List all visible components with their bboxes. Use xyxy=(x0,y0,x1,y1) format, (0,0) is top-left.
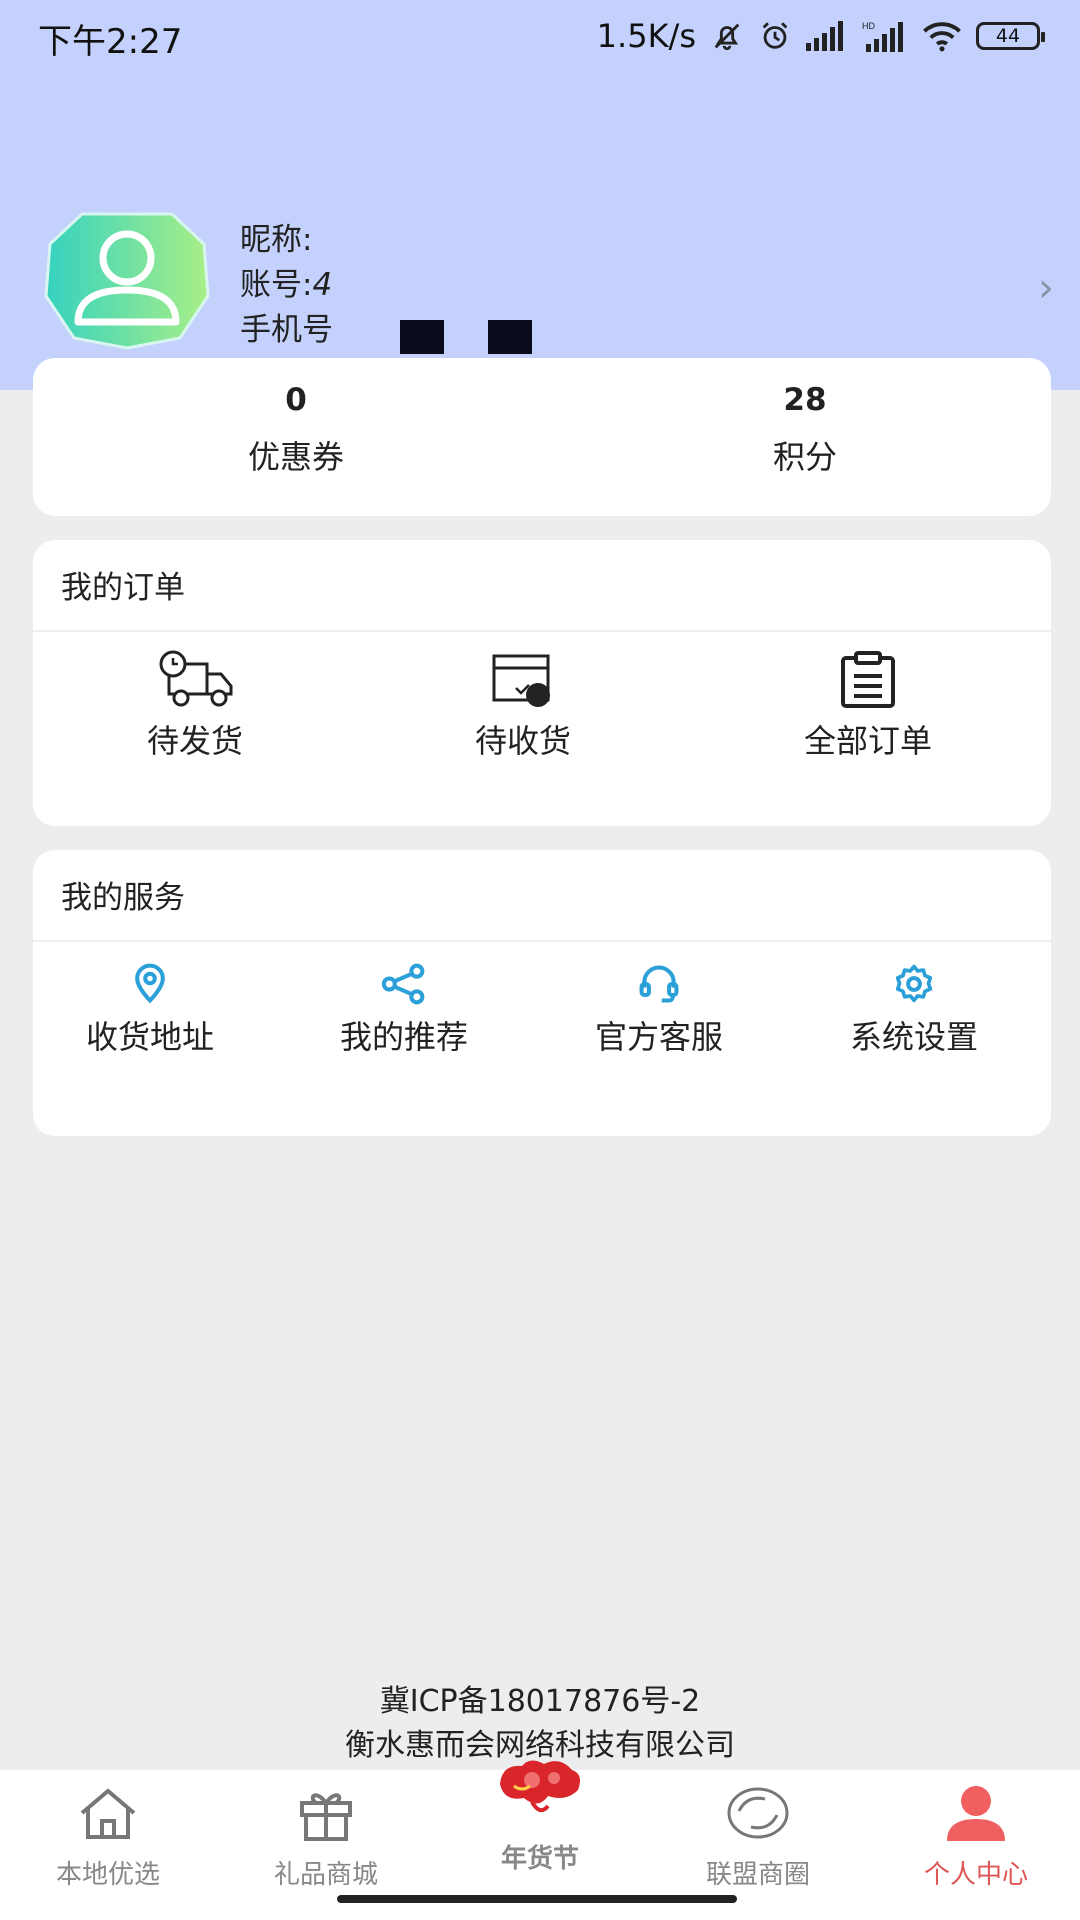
service-settings[interactable]: 系统设置 xyxy=(824,962,1004,1058)
tab-label: 本地优选 xyxy=(55,1860,160,1890)
mute-icon xyxy=(710,19,744,53)
delivery-truck-icon xyxy=(95,650,295,710)
alarm-icon xyxy=(758,19,792,53)
redaction-block xyxy=(488,320,532,354)
gear-icon xyxy=(824,962,1004,1006)
tab-label: 礼品商城 xyxy=(273,1860,378,1890)
tab-new-year-festival[interactable]: 年货节 xyxy=(440,1760,640,1875)
tab-label: 年货节 xyxy=(500,1844,579,1874)
network-speed: 1.5K/s xyxy=(596,17,696,55)
tab-alliance-circle[interactable]: 联盟商圈 xyxy=(658,1770,858,1891)
headset-icon xyxy=(569,962,749,1006)
account-value: 4 xyxy=(312,267,333,303)
status-time: 下午2:27 xyxy=(38,22,183,62)
divider xyxy=(33,940,1051,942)
chevron-right-icon[interactable]: › xyxy=(1038,265,1054,311)
festival-lantern-icon xyxy=(440,1756,640,1832)
wifi-icon xyxy=(922,20,962,52)
status-bar: 下午2:27 1.5K/s HD 44 xyxy=(0,0,1080,72)
gift-icon xyxy=(226,1778,426,1848)
tab-label: 个人中心 xyxy=(923,1860,1028,1890)
profile-info: 昵称: 账号:4 手机号 xyxy=(240,218,333,353)
nickname-label: 昵称: xyxy=(240,222,313,258)
home-indicator[interactable] xyxy=(337,1895,737,1903)
redaction-block xyxy=(400,320,444,354)
services-title: 我的服务 xyxy=(61,880,185,916)
share-icon xyxy=(314,962,494,1006)
service-referral[interactable]: 我的推荐 xyxy=(314,962,494,1058)
clipboard-icon xyxy=(768,650,968,710)
tab-personal-center[interactable]: 个人中心 xyxy=(876,1770,1076,1891)
points-label: 积分 xyxy=(772,438,837,476)
divider xyxy=(33,630,1051,632)
coupon-label: 优惠券 xyxy=(247,438,344,476)
service-address-label: 收货地址 xyxy=(85,1018,214,1056)
order-pending-receipt-label: 待收货 xyxy=(474,722,571,760)
stats-card: 0 优惠券 28 积分 xyxy=(33,358,1051,516)
receive-box-icon xyxy=(423,650,623,710)
tab-gift-mall[interactable]: 礼品商城 xyxy=(226,1770,426,1891)
person-icon xyxy=(876,1778,1076,1848)
order-pending-receipt[interactable]: 待收货 xyxy=(423,650,623,762)
home-icon xyxy=(8,1778,208,1848)
orders-card: 我的订单 待发货 待收货 全部订单 xyxy=(33,540,1051,826)
order-pending-shipment[interactable]: 待发货 xyxy=(95,650,295,762)
signal-icon xyxy=(806,21,848,51)
services-card: 我的服务 收货地址 我的推荐 官方客服 系统设置 xyxy=(33,850,1051,1136)
service-referral-label: 我的推荐 xyxy=(339,1018,468,1056)
signal-hd-icon: HD xyxy=(862,20,908,52)
circle-icon xyxy=(658,1778,858,1848)
service-support[interactable]: 官方客服 xyxy=(569,962,749,1058)
svg-text:HD: HD xyxy=(862,21,875,31)
account-row: 账号:4 xyxy=(240,263,333,308)
battery-icon: 44 xyxy=(976,22,1045,50)
service-support-label: 官方客服 xyxy=(594,1018,723,1056)
coupon-count: 0 xyxy=(285,382,307,418)
coupon-stat[interactable]: 0 优惠券 xyxy=(146,382,446,478)
service-settings-label: 系统设置 xyxy=(849,1018,978,1056)
points-count: 28 xyxy=(783,382,827,418)
orders-title: 我的订单 xyxy=(61,570,185,606)
order-pending-shipment-label: 待发货 xyxy=(146,722,243,760)
phone-label: 手机号 xyxy=(240,312,333,348)
order-all[interactable]: 全部订单 xyxy=(768,650,968,762)
tab-local-picks[interactable]: 本地优选 xyxy=(8,1770,208,1891)
location-pin-icon xyxy=(60,962,240,1006)
points-stat[interactable]: 28 积分 xyxy=(655,382,955,478)
service-address[interactable]: 收货地址 xyxy=(60,962,240,1058)
tab-label: 联盟商圈 xyxy=(705,1860,810,1890)
icp-number[interactable]: 冀ICP备18017876号-2 xyxy=(0,1680,1080,1724)
status-icons: 1.5K/s HD 44 xyxy=(596,14,1045,58)
account-label: 账号: xyxy=(240,267,313,303)
order-all-label: 全部订单 xyxy=(803,722,932,760)
avatar[interactable] xyxy=(42,210,212,350)
